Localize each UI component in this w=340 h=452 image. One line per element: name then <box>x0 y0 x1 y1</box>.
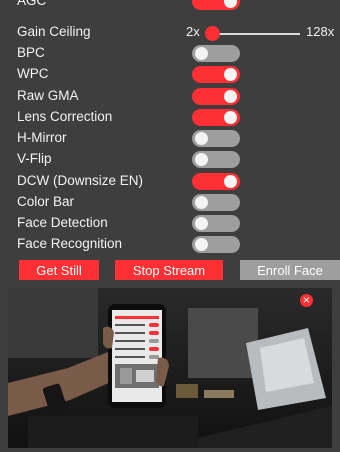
color-bar-toggle[interactable] <box>192 194 240 211</box>
raw-gma-toggle[interactable] <box>192 88 240 105</box>
toggle-knob <box>195 153 208 166</box>
gain-ceiling-label: Gain Ceiling <box>17 24 91 39</box>
agc-label: AGC <box>17 0 47 8</box>
color-bar-row: Color Bar <box>0 192 340 213</box>
wpc-toggle[interactable] <box>192 66 240 83</box>
face-detection-label: Face Detection <box>17 215 108 230</box>
wpc-row: WPC <box>0 64 340 85</box>
lens-correction-row: Lens Correction <box>0 107 340 128</box>
h-mirror-toggle[interactable] <box>192 130 240 147</box>
close-stream-button[interactable]: × <box>300 294 313 307</box>
toggle-knob <box>195 132 208 145</box>
gain-ceiling-min-label: 2x <box>186 24 200 39</box>
face-recognition-toggle[interactable] <box>192 236 240 253</box>
toggle-knob <box>224 68 237 81</box>
face-detection-row: Face Detection <box>0 213 340 234</box>
v-flip-toggle[interactable] <box>192 151 240 168</box>
toggle-knob <box>224 0 237 8</box>
stop-stream-button[interactable]: Stop Stream <box>115 260 223 280</box>
gain-ceiling-slider-track[interactable] <box>210 33 300 35</box>
toggle-knob <box>224 111 237 124</box>
agc-row: AGC <box>0 0 340 12</box>
raw-gma-row: Raw GMA <box>0 86 340 107</box>
face-recognition-row: Face Recognition <box>0 234 340 255</box>
dcw-label: DCW (Downsize EN) <box>17 173 144 188</box>
toggle-knob <box>195 47 208 60</box>
v-flip-row: V-Flip <box>0 149 340 170</box>
agc-toggle[interactable] <box>192 0 240 10</box>
h-mirror-label: H-Mirror <box>17 130 67 145</box>
stream-image <box>8 288 332 448</box>
v-flip-label: V-Flip <box>17 151 52 166</box>
lens-correction-toggle[interactable] <box>192 109 240 126</box>
dcw-row: DCW (Downsize EN) <box>0 171 340 192</box>
dcw-toggle[interactable] <box>192 173 240 190</box>
settings-panel: AGC Gain Ceiling 2x 128x BPC WPC Raw GMA… <box>0 0 340 452</box>
raw-gma-label: Raw GMA <box>17 88 79 103</box>
toggle-knob <box>195 217 208 230</box>
stream-view <box>8 288 332 448</box>
bpc-label: BPC <box>17 45 45 60</box>
enroll-face-button[interactable]: Enroll Face <box>240 260 340 280</box>
bpc-row: BPC <box>0 43 340 64</box>
get-still-button[interactable]: Get Still <box>19 260 99 280</box>
lens-correction-label: Lens Correction <box>17 109 113 124</box>
toggle-knob <box>224 175 237 188</box>
bpc-toggle[interactable] <box>192 45 240 62</box>
toggle-knob <box>224 90 237 103</box>
gain-ceiling-row: Gain Ceiling 2x 128x <box>0 22 340 43</box>
gain-ceiling-max-label: 128x <box>306 24 335 39</box>
gain-ceiling-slider-thumb[interactable] <box>205 26 220 41</box>
color-bar-label: Color Bar <box>17 194 75 209</box>
wpc-label: WPC <box>17 66 49 81</box>
toggle-knob <box>195 238 208 251</box>
toggle-knob <box>195 196 208 209</box>
h-mirror-row: H-Mirror <box>0 128 340 149</box>
face-recognition-label: Face Recognition <box>17 236 123 251</box>
face-detection-toggle[interactable] <box>192 215 240 232</box>
